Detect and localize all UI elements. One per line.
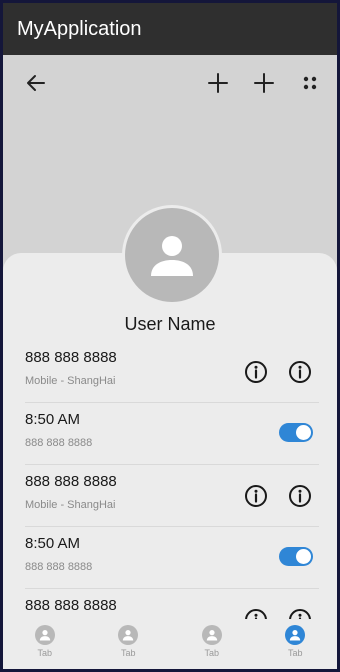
plus-icon [208, 73, 228, 93]
info-button-secondary[interactable] [287, 483, 313, 509]
tab-label: Tab [204, 648, 219, 658]
row-title: 888 888 8888 [25, 349, 117, 366]
list-item[interactable]: 888 888 8888 Mobile - ShangHai [25, 341, 319, 403]
tab-4[interactable]: Tab [254, 619, 338, 669]
tab-1[interactable]: Tab [3, 619, 87, 669]
contact-list: 888 888 8888 Mobile - ShangHai 8:50 AM 888 … [3, 341, 337, 651]
toggle-switch[interactable] [279, 423, 313, 442]
person-icon [151, 236, 193, 276]
info-circle-icon [245, 485, 267, 507]
user-name: User Name [124, 314, 216, 334]
list-item[interactable]: 888 888 8888 Mobile - ShangHai [25, 465, 319, 527]
row-subtitle: 888 888 8888 [25, 437, 93, 449]
app-frame: MyApplication User Name 888 888 8888 Mob… [3, 3, 337, 669]
toggle-switch[interactable] [279, 547, 313, 566]
add-button[interactable] [204, 69, 232, 97]
info-button[interactable] [243, 483, 269, 509]
info-circle-icon [289, 485, 311, 507]
avatar[interactable] [122, 205, 222, 305]
person-icon [201, 625, 222, 645]
toggle-knob [296, 425, 311, 440]
tab-3[interactable]: Tab [170, 619, 254, 669]
add-button-secondary[interactable] [250, 69, 278, 97]
tab-label: Tab [287, 648, 303, 658]
info-circle-icon [289, 361, 311, 383]
row-title: 8:50 AM [25, 411, 81, 428]
toggle-knob [296, 549, 311, 564]
person-icon [118, 625, 139, 645]
tab-bar: Tab Tab Tab Tab [3, 619, 337, 669]
app-title: MyApplication [17, 18, 142, 40]
toolbar [3, 55, 337, 111]
row-title: 8:50 AM [25, 535, 81, 552]
row-subtitle: Mobile - ShangHai [25, 375, 116, 387]
row-subtitle: 888 888 8888 [25, 561, 93, 573]
tab-label: Tab [120, 648, 136, 658]
app-bar: MyApplication [3, 3, 337, 55]
list-item[interactable]: 8:50 AM 888 888 8888 [25, 403, 319, 465]
person-icon [285, 625, 306, 645]
info-button[interactable] [243, 359, 269, 385]
more-button[interactable] [296, 69, 324, 97]
row-subtitle: Mobile - ShangHai [25, 499, 116, 511]
row-title: 888 888 8888 [25, 597, 117, 614]
list-item[interactable]: 8:50 AM 888 888 8888 [25, 527, 319, 589]
tab-2[interactable]: Tab [87, 619, 171, 669]
info-circle-icon [245, 361, 267, 383]
plus-icon [254, 73, 274, 93]
grid-dots-icon [303, 76, 317, 90]
tab-label: Tab [37, 648, 52, 658]
arrow-left-icon [27, 75, 45, 91]
back-button[interactable] [22, 69, 50, 97]
row-title: 888 888 8888 [25, 473, 117, 490]
info-button-secondary[interactable] [287, 359, 313, 385]
person-icon [34, 625, 55, 645]
